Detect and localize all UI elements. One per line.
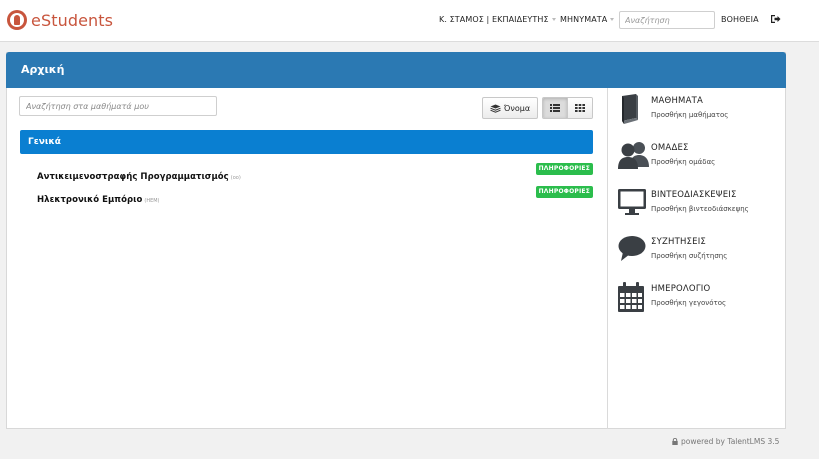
lock-icon [672, 437, 678, 445]
calendar-icon [618, 282, 644, 312]
logo-icon [7, 10, 27, 30]
home-panel: Αρχική Όνομα Γενικά Αντ [6, 52, 786, 429]
sidebar-item-videoconferences[interactable]: ΒΙΝΤΕΟΔΙΑΣΚΕΨΕΙΣ Προσθήκη βιντεοδιάσκεψη… [618, 188, 778, 226]
sidebar-item-calendar[interactable]: ΗΜΕΡΟΛΟΓΙΟ Προσθήκη γεγονότος [618, 282, 778, 320]
view-toggle [542, 97, 593, 119]
panel-header: Αρχική [6, 52, 786, 88]
page-title: Αρχική [21, 63, 65, 76]
sidebar-item-courses[interactable]: ΜΑΘΗΜΑΤΑ Προσθήκη μαθήματος [618, 94, 778, 132]
sidebar-item-title: ΒΙΝΤΕΟΔΙΑΣΚΕΨΕΙΣ [651, 190, 737, 200]
global-search-input[interactable] [619, 11, 715, 29]
brand-name: eStudents [31, 10, 114, 30]
sidebar-item-link[interactable]: Προσθήκη συζήτησης [651, 252, 727, 260]
footer-text[interactable]: powered by TalentLMS 3.5 [681, 437, 779, 446]
top-bar: eStudents Κ. ΣΤΑΜΟΣ | ΕΚΠΑΙΔΕΥΤΗΣ ΜΗΝΥΜΑ… [0, 0, 819, 42]
course-name[interactable]: Αντικειμενοστραφής Προγραμματισμός [37, 172, 229, 182]
category-label: Γενικά [28, 137, 61, 147]
category-header[interactable]: Γενικά [20, 130, 593, 154]
sidebar-item-link[interactable]: Προσθήκη μαθήματος [651, 111, 728, 119]
sidebar-divider [607, 88, 608, 429]
chevron-down-icon [551, 18, 556, 21]
course-info-badge[interactable]: ΠΛΗΡΟΦΟΡΙΕΣ [535, 186, 593, 198]
users-icon [618, 142, 649, 169]
chevron-down-icon [610, 18, 615, 21]
help-link[interactable]: ΒΟΗΘΕΙΑ [721, 15, 759, 24]
sidebar-item-groups[interactable]: ΟΜΑΔΕΣ Προσθήκη ομάδας [618, 141, 778, 179]
sidebar-item-title: ΜΑΘΗΜΑΤΑ [651, 96, 703, 106]
chat-bubble-icon [618, 236, 646, 261]
sign-out-icon[interactable] [770, 14, 781, 24]
footer: powered by TalentLMS 3.5 [672, 437, 779, 446]
course-row[interactable]: Ηλεκτρονικό Εμπόριο (HEM) ΠΛΗΡΟΦΟΡΙΕΣ [37, 186, 593, 205]
stack-icon [490, 104, 501, 113]
grid-view-button[interactable] [567, 98, 592, 118]
grid-view-icon [575, 104, 586, 112]
monitor-icon [618, 189, 646, 215]
brand-logo[interactable]: eStudents [7, 10, 113, 30]
sort-by-name-button[interactable]: Όνομα [482, 97, 538, 119]
sort-button-label: Όνομα [503, 103, 531, 113]
course-info-badge[interactable]: ΠΛΗΡΟΦΟΡΙΕΣ [535, 163, 593, 175]
sidebar-item-link[interactable]: Προσθήκη γεγονότος [651, 299, 726, 307]
course-code: (HEM) [144, 198, 160, 204]
course-name[interactable]: Ηλεκτρονικό Εμπόριο [37, 195, 142, 205]
course-row[interactable]: Αντικειμενοστραφής Προγραμματισμός (oo) Π… [37, 163, 593, 182]
sidebar-item-title: ΟΜΑΔΕΣ [651, 143, 689, 153]
book-icon [622, 94, 638, 124]
course-code: (oo) [230, 175, 241, 181]
user-menu[interactable]: Κ. ΣΤΑΜΟΣ | ΕΚΠΑΙΔΕΥΤΗΣ [439, 15, 556, 24]
sidebar-item-discussions[interactable]: ΣΥΖΗΤΗΣΕΙΣ Προσθήκη συζήτησης [618, 235, 778, 273]
sidebar-item-title: ΗΜΕΡΟΛΟΓΙΟ [651, 284, 711, 294]
sidebar-item-link[interactable]: Προσθήκη ομάδας [651, 158, 715, 166]
sidebar-item-link[interactable]: Προσθήκη βιντεοδιάσκεψης [651, 205, 749, 213]
messages-menu-label: ΜΗΝΥΜΑΤΑ [560, 15, 608, 24]
messages-menu[interactable]: ΜΗΝΥΜΑΤΑ [560, 15, 615, 24]
list-view-button[interactable] [543, 98, 568, 118]
sidebar-item-title: ΣΥΖΗΤΗΣΕΙΣ [651, 237, 706, 247]
list-view-icon [550, 104, 561, 112]
user-menu-label: Κ. ΣΤΑΜΟΣ | ΕΚΠΑΙΔΕΥΤΗΣ [439, 15, 549, 24]
course-search-input[interactable] [19, 96, 217, 116]
